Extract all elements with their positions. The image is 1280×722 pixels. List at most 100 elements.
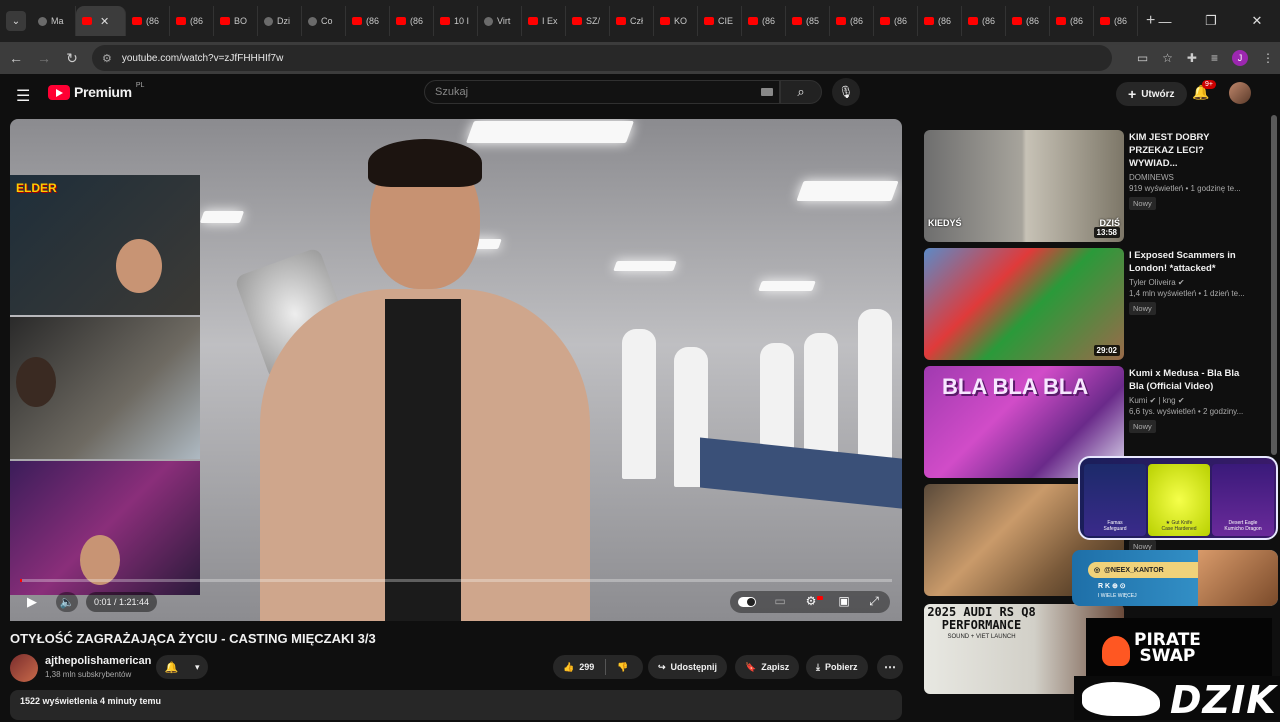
minimize-button[interactable]: — bbox=[1142, 14, 1188, 29]
youtube-favicon-icon bbox=[836, 17, 846, 25]
like-count[interactable]: 299 bbox=[579, 662, 594, 672]
description-box[interactable]: 1522 wyświetlenia 4 minuty temu bbox=[10, 690, 902, 720]
extensions-icon[interactable]: ✚ bbox=[1187, 51, 1197, 65]
recommendation-title[interactable]: I Exposed Scammers in London! *attacked* bbox=[1129, 249, 1247, 275]
browser-tab[interactable]: (86 bbox=[346, 6, 390, 36]
recommendation-info[interactable]: Kumi x Medusa - Bla Bla Bla (Official Vi… bbox=[1129, 367, 1247, 434]
forward-button[interactable]: → bbox=[32, 50, 56, 66]
url-input[interactable]: ⚙ youtube.com/watch?v=zJfFHHHIf7w bbox=[92, 45, 1112, 71]
browser-tab[interactable]: KO bbox=[654, 6, 698, 36]
notification-badge: 9+ bbox=[1202, 80, 1216, 89]
recommendation-channel[interactable]: Kumi ✔ | kng ✔ bbox=[1129, 396, 1247, 405]
browser-menu-icon[interactable]: ⋮ bbox=[1262, 51, 1274, 65]
tab-label: (86 bbox=[1070, 16, 1084, 26]
youtube-favicon-icon bbox=[132, 17, 142, 25]
browser-tab[interactable]: (86 bbox=[918, 6, 962, 36]
youtube-logo[interactable]: Premium PL bbox=[48, 82, 144, 100]
youtube-favicon-icon bbox=[1012, 17, 1022, 25]
browser-tab[interactable]: I Ex bbox=[522, 6, 566, 36]
recommendation-title[interactable]: KIM JEST DOBRY PRZEKAZ LECI? WYWIAD... bbox=[1129, 131, 1247, 170]
create-button[interactable]: + Utwórz bbox=[1116, 82, 1187, 106]
browser-tab[interactable]: (86 bbox=[1050, 6, 1094, 36]
fullscreen-icon[interactable]: ⤢ bbox=[866, 593, 882, 609]
volume-icon[interactable]: 🔈 bbox=[56, 592, 78, 612]
streamer-face bbox=[116, 239, 162, 293]
progress-bar[interactable] bbox=[20, 579, 892, 582]
recommendation-thumbnail[interactable]: KIEDYŚ DZIŚ 13:58 bbox=[924, 130, 1124, 242]
thumbs-down-icon[interactable]: 👎 bbox=[617, 662, 628, 673]
youtube-play-icon bbox=[48, 84, 70, 100]
browser-tab[interactable]: (86 bbox=[830, 6, 874, 36]
search-icon: ⌕ bbox=[797, 84, 805, 99]
browser-tab[interactable]: Co bbox=[302, 6, 346, 36]
browser-tab[interactable]: BO bbox=[214, 6, 258, 36]
video-duration: 29:02 bbox=[1093, 345, 1120, 356]
video-player[interactable]: ELDER bbox=[10, 119, 902, 621]
channel-name[interactable]: ajthepolishamerican bbox=[45, 655, 151, 667]
voice-search-button[interactable]: 🎙 bbox=[832, 78, 860, 106]
browser-tab[interactable]: (86 bbox=[126, 6, 170, 36]
account-avatar[interactable] bbox=[1229, 82, 1251, 104]
cast-icon[interactable]: ▭ bbox=[1137, 51, 1148, 65]
autoplay-toggle[interactable] bbox=[738, 597, 756, 607]
browser-tab[interactable]: Virt bbox=[478, 6, 522, 36]
page-scrollbar[interactable] bbox=[1271, 115, 1277, 455]
browser-tab[interactable]: (86 bbox=[390, 6, 434, 36]
more-actions-button[interactable]: ⋯ bbox=[877, 655, 903, 679]
recommendation-title[interactable]: Kumi x Medusa - Bla Bla Bla (Official Vi… bbox=[1129, 367, 1247, 393]
bookmark-star-icon[interactable]: ☆ bbox=[1162, 51, 1173, 65]
menu-icon[interactable]: ☰ bbox=[16, 86, 30, 106]
browser-tab[interactable]: (86 bbox=[1094, 6, 1138, 36]
search-button[interactable]: ⌕ bbox=[780, 80, 822, 104]
verified-icon: ✔ bbox=[1177, 278, 1185, 287]
youtube-favicon-icon bbox=[660, 17, 670, 25]
new-badge: Nowy bbox=[1129, 197, 1156, 210]
back-button[interactable]: ← bbox=[4, 50, 28, 66]
profile-avatar[interactable]: J bbox=[1232, 50, 1248, 66]
browser-tab[interactable]: (86 bbox=[742, 6, 786, 36]
tab-search-button[interactable]: ⌄ bbox=[6, 11, 26, 31]
browser-tab[interactable]: (86 bbox=[874, 6, 918, 36]
browser-tab[interactable]: Ma bbox=[32, 6, 76, 36]
theater-mode-icon[interactable]: ▣ bbox=[836, 594, 852, 608]
recommendation-info[interactable]: I Exposed Scammers in London! *attacked*… bbox=[1129, 249, 1247, 316]
channel-avatar[interactable] bbox=[10, 654, 38, 682]
recommendation-info[interactable]: KIM JEST DOBRY PRZEKAZ LECI? WYWIAD... D… bbox=[1129, 131, 1247, 211]
keyboard-icon[interactable] bbox=[761, 88, 773, 96]
browser-tab[interactable]: (85 bbox=[786, 6, 830, 36]
search-input[interactable]: Szukaj bbox=[424, 80, 780, 104]
site-favicon-icon bbox=[38, 16, 47, 26]
pirate-line: SWAP bbox=[1139, 646, 1196, 666]
close-window-button[interactable]: ✕ bbox=[1234, 13, 1280, 29]
play-icon[interactable]: ▶ bbox=[24, 594, 40, 610]
recommendation-channel[interactable]: Tyler Oliveira ✔ bbox=[1129, 278, 1247, 287]
skin-sub: Case Hardened bbox=[1161, 526, 1197, 532]
subscriber-count: 1,38 mln subskrybentów bbox=[45, 670, 132, 679]
browser-tab[interactable]: (86 bbox=[1006, 6, 1050, 36]
reload-button[interactable]: ↻ bbox=[60, 50, 84, 67]
tab-label: (85 bbox=[806, 16, 820, 26]
subtitles-icon[interactable]: ▭ bbox=[772, 594, 788, 608]
subscription-bell-button[interactable]: 🔔 ▾ bbox=[156, 655, 208, 679]
elder-logo: ELDER bbox=[16, 181, 57, 195]
save-button[interactable]: 🔖 Zapisz bbox=[735, 655, 800, 679]
recommendation-thumbnail[interactable]: 29:02 bbox=[924, 248, 1124, 360]
recommendation-channel[interactable]: DOMINEWS bbox=[1129, 173, 1247, 182]
tab-label: KO bbox=[674, 16, 688, 26]
thumbs-up-icon[interactable]: 👍 bbox=[563, 662, 574, 673]
share-button[interactable]: ↪ Udostępnij bbox=[648, 655, 728, 679]
browser-tab[interactable]: CIE bbox=[698, 6, 742, 36]
media-control-icon[interactable]: ≡ bbox=[1211, 51, 1218, 65]
restore-button[interactable]: ❐ bbox=[1188, 13, 1234, 29]
browser-tab[interactable]: Dzi bbox=[258, 6, 302, 36]
browser-tab[interactable]: SZ/ bbox=[566, 6, 610, 36]
close-tab-icon[interactable]: ✕ bbox=[100, 15, 109, 28]
download-button[interactable]: ⤓ Pobierz bbox=[806, 655, 868, 679]
browser-tab[interactable]: (86 bbox=[170, 6, 214, 36]
browser-tab[interactable]: ✕ bbox=[76, 6, 126, 36]
site-info-icon[interactable]: ⚙ bbox=[102, 52, 112, 65]
browser-tab[interactable]: 10 I bbox=[434, 6, 478, 36]
webcam-3 bbox=[10, 461, 200, 595]
browser-tab[interactable]: (86 bbox=[962, 6, 1006, 36]
browser-tab[interactable]: Czł bbox=[610, 6, 654, 36]
